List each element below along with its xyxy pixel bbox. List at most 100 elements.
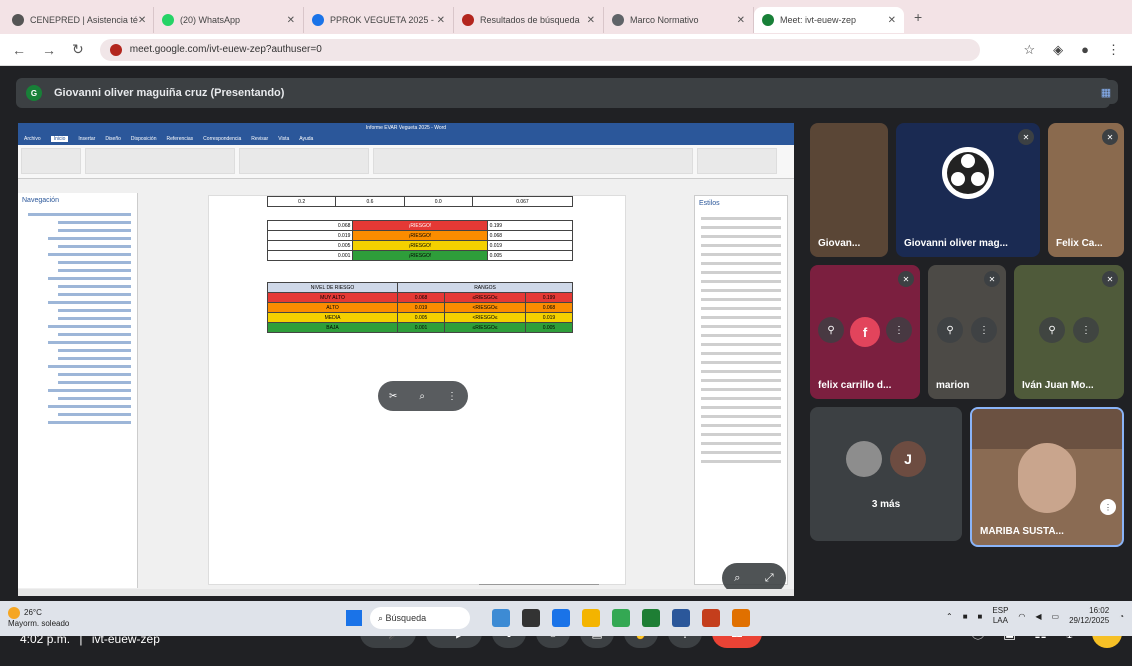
browser-tab-bar: CENEPRED | Asistencia té ✕ (20) WhatsApp ✕… xyxy=(0,0,1132,34)
zoom-icon[interactable]: ⌕ xyxy=(419,391,425,402)
back-icon[interactable]: ← xyxy=(12,42,26,58)
word-menu-item: Disposición xyxy=(130,136,157,142)
table-cell: 0.019 xyxy=(524,312,574,323)
more-options-icon[interactable]: ⋮ xyxy=(971,317,997,343)
table-cell: 0.199 xyxy=(486,220,574,231)
table-cell: 0.068 xyxy=(524,302,574,313)
more-options-icon[interactable]: ⋮ xyxy=(886,317,912,343)
obs-logo-icon xyxy=(942,147,994,199)
table-cell: 0.068 xyxy=(266,220,354,231)
notifications-icon[interactable]: ◔ xyxy=(1119,612,1124,621)
forward-icon[interactable]: → xyxy=(42,42,56,58)
close-tab-icon[interactable]: ✕ xyxy=(138,15,146,26)
close-tab-icon[interactable]: ✕ xyxy=(587,15,595,26)
url-field[interactable]: meet.google.com/ivt-euew-zep?authuser=0 xyxy=(99,38,980,61)
more-options-icon[interactable]: ⋮ xyxy=(1073,317,1099,343)
zoom-in-icon[interactable]: ⌕ xyxy=(734,572,740,585)
pin-icon[interactable]: ⚲ xyxy=(818,317,844,343)
tile-hover-controls: ⚲ ⋮ xyxy=(928,317,1006,343)
taskbar-app-icon[interactable] xyxy=(642,609,660,627)
close-tab-icon[interactable]: ✕ xyxy=(737,15,745,26)
table-cell: MEDIA xyxy=(266,312,399,323)
browser-tab[interactable]: Marco Normativo ✕ xyxy=(604,7,754,33)
browser-tab[interactable]: CENEPRED | Asistencia té ✕ xyxy=(4,7,154,33)
shared-screen: Informe EVAR Vegueta 2025 - Word Archivo… xyxy=(18,123,794,601)
taskbar-app-icon[interactable] xyxy=(582,609,600,627)
word-menu-item: Referencias xyxy=(166,136,194,142)
table-cell: 0.0 xyxy=(403,196,473,207)
participant-name: Giovan... xyxy=(818,238,861,249)
stop-presenting-icon[interactable]: ✂ xyxy=(389,391,397,402)
chevron-up-icon[interactable]: ⌃ xyxy=(946,612,953,621)
participant-tile[interactable]: ✕ Giovanni oliver mag... xyxy=(896,123,1040,257)
tile-hover-controls: ⚲ ⋮ xyxy=(810,317,920,343)
close-tab-icon[interactable]: ✕ xyxy=(437,15,445,26)
browser-tab-active[interactable]: Meet: ivt-euew-zep ✕ xyxy=(754,7,904,33)
participant-tile[interactable]: ✕ ⚲ ⋮ Iván Juan Mo... xyxy=(1014,265,1124,399)
more-options-icon[interactable]: ⋮ xyxy=(447,391,457,402)
participant-name: Felix Ca... xyxy=(1056,238,1103,249)
browser-toolbar: ☆ ◈ ● ⋮ xyxy=(1023,42,1120,58)
taskbar-app-icon[interactable] xyxy=(702,609,720,627)
more-participants-tile[interactable]: J 3 más xyxy=(810,407,962,541)
participant-tile[interactable]: ✕ Felix Ca... xyxy=(1048,123,1124,257)
participant-video xyxy=(1018,443,1076,513)
battery-icon[interactable]: ▭ xyxy=(1052,612,1060,621)
profile-icon[interactable]: ● xyxy=(1081,42,1089,58)
table-cell: ¡RIESGO! xyxy=(352,220,488,231)
meet-stage: G Giovanni oliver maguiña cruz (Presenta… xyxy=(0,66,1132,666)
participant-name: MARIBA SUSTA... xyxy=(980,526,1064,537)
pip-more-icon[interactable]: ⋮ xyxy=(1100,499,1116,515)
table-cell: 0.001 xyxy=(266,250,354,261)
table-cell: 0.019 xyxy=(397,302,446,313)
reload-icon[interactable]: ↻ xyxy=(72,41,84,58)
taskbar-search[interactable]: ⌕ Búsqueda xyxy=(370,607,470,629)
tab-title: Marco Normativo xyxy=(630,15,699,25)
extension-icon[interactable]: ◈ xyxy=(1053,42,1063,58)
word-menu-item: Vista xyxy=(278,136,290,142)
weather-widget[interactable]: 26°C Mayorm. soleado xyxy=(8,607,69,628)
ribbon-group xyxy=(373,148,693,174)
word-menu-item: Revisar xyxy=(251,136,269,142)
table-cell: ¡RIESGO! xyxy=(352,230,488,241)
browser-tab[interactable]: (20) WhatsApp ✕ xyxy=(154,7,304,33)
language-indicator[interactable]: ESP LAA xyxy=(992,606,1008,626)
pin-icon[interactable]: ⚲ xyxy=(937,317,963,343)
tab-title: (20) WhatsApp xyxy=(180,15,241,25)
windows-taskbar: 26°C Mayorm. soleado ⌕ Búsqueda ⌃ ■ ■ ES… xyxy=(0,601,1132,636)
fullscreen-icon[interactable]: ⤢ xyxy=(765,572,774,585)
browser-tab[interactable]: Resultados de búsqueda ✕ xyxy=(454,7,604,33)
table-cell: 0.067 xyxy=(471,196,574,207)
taskbar-app-icon[interactable] xyxy=(552,609,570,627)
table-cell: 0.2 xyxy=(266,196,337,207)
system-clock[interactable]: 16:02 29/12/2025 xyxy=(1069,606,1109,626)
self-view-tile[interactable]: ⋮ MARIBA SUSTA... xyxy=(970,407,1124,547)
participant-tile[interactable]: Giovan... xyxy=(810,123,888,257)
taskbar-app-icon[interactable] xyxy=(732,609,750,627)
close-tab-icon[interactable]: ✕ xyxy=(888,15,896,26)
taskbar-app-icon[interactable] xyxy=(612,609,630,627)
table-header: RANGOS xyxy=(397,282,573,293)
menu-kebab-icon[interactable]: ⋮ xyxy=(1107,42,1120,58)
windows-start-icon[interactable] xyxy=(346,610,362,626)
browser-tab[interactable]: PPROK VEGUETA 2025 - ✕ xyxy=(304,7,454,33)
clock-date: 29/12/2025 xyxy=(1069,616,1110,625)
volume-icon[interactable]: ◀ xyxy=(1035,612,1041,621)
taskbar-app-icon[interactable] xyxy=(492,609,510,627)
mic-muted-icon: ✕ xyxy=(1102,129,1118,145)
wifi-icon[interactable]: ◠ xyxy=(1018,612,1025,621)
footer-line xyxy=(479,584,599,585)
participant-tile[interactable]: ✕ f ⚲ ⋮ felix carrillo d... xyxy=(810,265,920,399)
bookmark-star-icon[interactable]: ☆ xyxy=(1023,42,1035,58)
tray-app-icon[interactable]: ■ xyxy=(978,612,983,621)
taskbar-app-icon[interactable] xyxy=(672,609,690,627)
new-tab-icon[interactable]: + xyxy=(914,9,922,25)
layout-icon[interactable]: ▦ xyxy=(1094,80,1118,104)
site-info-icon[interactable] xyxy=(109,43,122,56)
taskbar-app-icon[interactable] xyxy=(522,609,540,627)
participant-tile[interactable]: ✕ ⚲ ⋮ marion xyxy=(928,265,1006,399)
tray-app-icon[interactable]: ■ xyxy=(963,612,968,621)
close-tab-icon[interactable]: ✕ xyxy=(287,15,295,26)
tab-favicon-icon xyxy=(312,14,324,26)
pin-icon[interactable]: ⚲ xyxy=(1039,317,1065,343)
